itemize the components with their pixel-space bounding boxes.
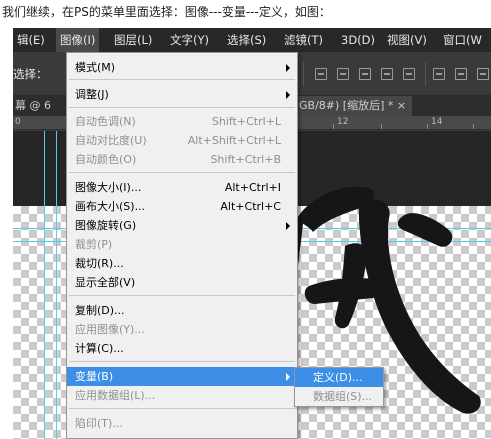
menu-image[interactable]: 图像(I) <box>56 28 100 52</box>
menu-view[interactable]: 视图(V) <box>383 28 431 52</box>
menu-item-label: 应用数据组(L)... <box>75 389 156 402</box>
align-bottom-icon[interactable] <box>359 68 371 80</box>
menu-item-label: 自动色调(N) <box>75 115 136 128</box>
options-separator <box>303 62 304 86</box>
menu-item-duplicate[interactable]: 复制(D)... <box>67 301 297 320</box>
distribute-bottom-icon[interactable] <box>477 68 489 80</box>
distribute-vcenter-icon[interactable] <box>455 68 467 80</box>
menu-item-canvas-size[interactable]: 画布大小(S)... Alt+Ctrl+C <box>67 197 297 216</box>
image-menu-dropdown: 模式(M) 调整(J) 自动色调(N) Shift+Ctrl+L 自动对比度(U)… <box>66 52 298 439</box>
menu-item-label: 模式(M) <box>75 61 116 74</box>
document-tab-title: GB/8#) [缩放后] * <box>299 99 394 112</box>
options-select-label: 选择： <box>13 67 48 81</box>
article-caption: 我们继续，在PS的菜单里面选择：图像---变量---定义，如图： <box>0 0 491 28</box>
menu-item-mode[interactable]: 模式(M) <box>67 58 297 77</box>
submenu-item-data-sets[interactable]: 数据组(S)... <box>295 387 383 406</box>
menu-item-label: 裁切(R)... <box>75 257 124 270</box>
ruler-label: 14 <box>431 117 443 127</box>
menu-item-shortcut: Shift+Ctrl+B <box>210 153 281 166</box>
document-tab-2[interactable]: GB/8#) [缩放后] * × <box>293 96 413 116</box>
menu-item-label: 复制(D)... <box>75 304 125 317</box>
menu-edit[interactable]: 辑(E) <box>13 28 49 52</box>
menu-item-label: 图像旋转(G) <box>75 219 137 232</box>
menu-divider <box>69 408 295 409</box>
ruler-tick <box>473 124 474 129</box>
submenu-item-define[interactable]: 定义(D)... <box>295 368 383 387</box>
options-separator <box>425 62 426 86</box>
align-hcenter-icon[interactable] <box>403 68 415 80</box>
menu-item-label: 显示全部(V) <box>75 276 136 289</box>
submenu-arrow-icon <box>286 222 290 230</box>
menu-item-reveal-all[interactable]: 显示全部(V) <box>67 273 297 292</box>
menu-item-label: 自动对比度(U) <box>75 134 147 147</box>
distribute-top-icon[interactable] <box>433 68 445 80</box>
ruler-label: 12 <box>337 117 349 127</box>
menu-bar: 辑(E) 图像(I) 图层(L) 文字(Y) 选择(S) 滤镜(T) 3D(D)… <box>13 28 491 52</box>
ruler-tick <box>333 124 334 129</box>
menu-item-shortcut: Alt+Ctrl+I <box>224 181 281 194</box>
align-vcenter-icon[interactable] <box>337 68 349 80</box>
menu-item-crop[interactable]: 裁剪(P) <box>67 235 297 254</box>
menu-divider <box>69 107 295 108</box>
ruler-label: 0 <box>15 117 21 127</box>
photoshop-window: 辑(E) 图像(I) 图层(L) 文字(Y) 选择(S) 滤镜(T) 3D(D)… <box>13 28 491 439</box>
ruler-tick <box>381 124 382 129</box>
menu-item-shortcut: Shift+Ctrl+L <box>211 115 281 128</box>
ruler-tick <box>427 124 428 129</box>
menu-item-trim[interactable]: 裁切(R)... <box>67 254 297 273</box>
menu-layer[interactable]: 图层(L) <box>110 28 156 52</box>
align-left-icon[interactable] <box>381 68 393 80</box>
menu-item-apply-data-set[interactable]: 应用数据组(L)... <box>67 386 297 405</box>
menu-item-auto-contrast[interactable]: 自动对比度(U) Alt+Shift+Ctrl+L <box>67 131 297 150</box>
menu-item-label: 图像大小(I)... <box>75 181 142 194</box>
menu-item-trap[interactable]: 陷印(T)... <box>67 414 297 433</box>
menu-item-label: 裁剪(P) <box>75 238 113 251</box>
document-tab-1[interactable]: 幕 @ 6 <box>13 96 51 116</box>
menu-divider <box>69 172 295 173</box>
menu-3d[interactable]: 3D(D) <box>337 28 379 52</box>
menu-type[interactable]: 文字(Y) <box>166 28 213 52</box>
menu-item-variables[interactable]: 变量(B) <box>67 367 297 386</box>
menu-divider <box>69 361 295 362</box>
guide-line[interactable] <box>44 131 45 439</box>
menu-item-label: 计算(C)... <box>75 342 124 355</box>
close-icon[interactable]: × <box>397 99 406 112</box>
submenu-arrow-icon <box>286 91 290 99</box>
menu-select[interactable]: 选择(S) <box>223 28 270 52</box>
menu-item-auto-color[interactable]: 自动颜色(O) Shift+Ctrl+B <box>67 150 297 169</box>
menu-window[interactable]: 窗口(W <box>439 28 486 52</box>
menu-item-auto-tone[interactable]: 自动色调(N) Shift+Ctrl+L <box>67 112 297 131</box>
submenu-arrow-icon <box>286 373 290 381</box>
menu-item-label: 画布大小(S)... <box>75 200 146 213</box>
submenu-arrow-icon <box>286 64 290 72</box>
menu-divider <box>69 79 295 80</box>
menu-item-label: 变量(B) <box>75 370 114 383</box>
menu-divider <box>69 295 295 296</box>
menu-item-shortcut: Alt+Ctrl+C <box>220 200 281 213</box>
menu-item-adjustments[interactable]: 调整(J) <box>67 85 297 104</box>
menu-item-shortcut: Alt+Shift+Ctrl+L <box>187 134 281 147</box>
menu-item-label: 调整(J) <box>75 88 109 101</box>
menu-item-label: 陷印(T)... <box>75 417 123 430</box>
guide-line[interactable] <box>56 131 57 439</box>
align-top-icon[interactable] <box>315 68 327 80</box>
menu-filter[interactable]: 滤镜(T) <box>280 28 327 52</box>
menu-item-image-rotation[interactable]: 图像旋转(G) <box>67 216 297 235</box>
variables-submenu: 定义(D)... 数据组(S)... <box>294 367 384 407</box>
menu-item-label: 应用图像(Y)... <box>75 323 145 336</box>
menu-item-apply-image[interactable]: 应用图像(Y)... <box>67 320 297 339</box>
menu-item-label: 自动颜色(O) <box>75 153 137 166</box>
menu-item-calculations[interactable]: 计算(C)... <box>67 339 297 358</box>
menu-item-image-size[interactable]: 图像大小(I)... Alt+Ctrl+I <box>67 178 297 197</box>
